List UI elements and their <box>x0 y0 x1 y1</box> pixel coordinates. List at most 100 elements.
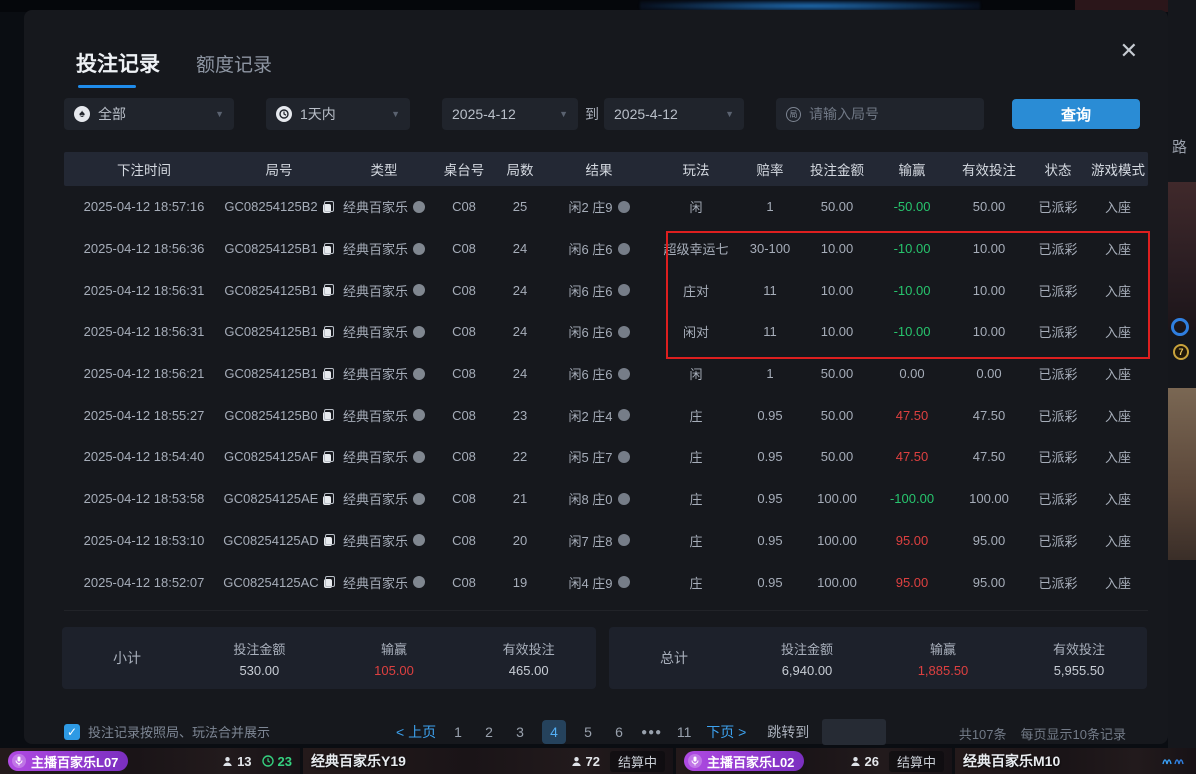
result-info-icon[interactable] <box>618 409 630 421</box>
play-type: 庄 <box>689 406 702 425</box>
copy-icon[interactable] <box>323 243 334 255</box>
result-info-icon[interactable] <box>618 243 630 255</box>
copy-icon[interactable] <box>323 326 334 338</box>
table-number: C08 <box>452 199 476 214</box>
stream-tile[interactable]: 主播百家乐L07 主播百家乐L07 13 23 <box>0 748 300 774</box>
result-info-icon[interactable] <box>618 368 630 380</box>
table-row[interactable]: 2025-04-12 18:56:31 GC08254125B1 经典百家乐 C… <box>64 311 1148 353</box>
pagination: < 上页 1 2 3 4 5 6 ●●● 11 下页 > 跳转到 <box>396 719 886 745</box>
status-value: 已派彩 <box>1038 364 1077 383</box>
column-header: 桌台号 <box>434 159 494 179</box>
result-info-icon[interactable] <box>618 534 630 546</box>
result-info-icon[interactable] <box>618 201 630 213</box>
date-to-picker[interactable]: 2025-4-12 ▼ <box>604 98 744 130</box>
play-type: 闲对 <box>683 322 709 341</box>
shoe-number: 24 <box>513 324 527 339</box>
column-header: 输赢 <box>874 159 950 179</box>
next-page-button[interactable]: 下页 > <box>706 722 746 742</box>
stream-tiles-bar: 主播百家乐L07 主播百家乐L07 13 23 <box>0 748 1196 774</box>
table-number: C08 <box>452 366 476 381</box>
copy-icon[interactable] <box>324 534 335 546</box>
table-row[interactable]: 2025-04-12 18:55:27 GC08254125B0 经典百家乐 C… <box>64 394 1148 436</box>
result-info-icon[interactable] <box>618 493 630 505</box>
result-info-icon[interactable] <box>618 326 630 338</box>
copy-icon[interactable] <box>323 201 334 213</box>
date-from-picker[interactable]: 2025-4-12 ▼ <box>442 98 578 130</box>
person-icon <box>571 756 582 767</box>
shoe-number: 24 <box>513 241 527 256</box>
round-number-input[interactable]: 局 请输入局号 <box>776 98 984 130</box>
valid-bet-amount: 95.00 <box>973 533 1006 548</box>
copy-icon[interactable] <box>323 451 334 463</box>
status-value: 已派彩 <box>1038 322 1077 341</box>
table-row[interactable]: 2025-04-12 18:54:40 GC08254125AF 经典百家乐 C… <box>64 436 1148 478</box>
copy-icon[interactable] <box>323 284 334 296</box>
column-header: 游戏模式 <box>1088 159 1148 179</box>
table-row[interactable]: 2025-04-12 18:53:10 GC08254125AD 经典百家乐 C… <box>64 520 1148 562</box>
page-number[interactable]: 2 <box>480 724 498 740</box>
result-value: 闲5 庄7 <box>568 447 612 466</box>
copy-icon[interactable] <box>323 409 334 421</box>
pagination-ellipsis[interactable]: ●●● <box>641 727 662 738</box>
query-button[interactable]: 查询 <box>1012 99 1140 129</box>
jump-page-input[interactable] <box>822 719 886 745</box>
live-stream-badge: 主播百家乐L07 <box>8 751 128 771</box>
game-mode-value: 入座 <box>1105 447 1131 466</box>
result-value: 闲6 庄6 <box>568 364 612 383</box>
result-info-icon[interactable] <box>618 451 630 463</box>
subtotal-group-value: 105.00 <box>327 663 462 678</box>
stream-tile[interactable]: 主播百家乐L02 主播百家乐L02 26 结算中 <box>676 748 952 774</box>
result-info-icon[interactable] <box>618 284 630 296</box>
stream-name: 主播百家乐L07 <box>31 752 118 771</box>
game-type-icon <box>413 284 425 296</box>
close-icon[interactable]: ✕ <box>1120 40 1138 62</box>
page-number-last[interactable]: 11 <box>675 724 693 740</box>
game-type-icon <box>413 201 425 213</box>
play-type: 庄 <box>689 447 702 466</box>
stream-tile[interactable]: 经典百家乐M10 经典百家乐M10 <box>955 748 1196 774</box>
dealer-thumbnail <box>1168 388 1196 560</box>
table-row[interactable]: 2025-04-12 18:57:16 GC08254125B2 经典百家乐 C… <box>64 186 1148 228</box>
table-row[interactable]: 2025-04-12 18:52:07 GC08254125AC 经典百家乐 C… <box>64 561 1148 603</box>
odds-value: 0.95 <box>757 408 782 423</box>
game-type-select[interactable]: ♠ 全部 ▼ <box>64 98 234 130</box>
bet-time: 2025-04-12 18:53:10 <box>84 533 205 548</box>
round-icon: 局 <box>786 107 801 122</box>
prev-page-button[interactable]: < 上页 <box>396 722 436 742</box>
merge-checkbox[interactable]: ✓ <box>64 724 80 740</box>
tab-quota-records[interactable]: 额度记录 <box>196 50 272 77</box>
bet-amount: 100.00 <box>817 491 857 506</box>
page-number[interactable]: 6 <box>610 724 628 740</box>
person-icon <box>850 756 861 767</box>
time-range-select[interactable]: 1天内 ▼ <box>266 98 410 130</box>
subtotal-group-value: 465.00 <box>461 663 596 678</box>
table-row[interactable]: 2025-04-12 18:56:36 GC08254125B1 经典百家乐 C… <box>64 228 1148 270</box>
page-number[interactable]: 5 <box>579 724 597 740</box>
copy-icon[interactable] <box>323 368 334 380</box>
page-number[interactable]: 3 <box>511 724 529 740</box>
odds-value: 11 <box>763 283 777 298</box>
page-number[interactable]: 1 <box>449 724 467 740</box>
stream-tile[interactable]: 经典百家乐Y19 经典百家乐Y19 72 结算中 <box>303 748 673 774</box>
subtotal-label: 小计 <box>62 648 192 668</box>
bet-amount: 50.00 <box>821 366 854 381</box>
table-row[interactable]: 2025-04-12 18:53:58 GC08254125AE 经典百家乐 C… <box>64 478 1148 520</box>
copy-icon[interactable] <box>324 576 335 588</box>
page-number[interactable]: 4 <box>542 720 566 744</box>
game-type-icon <box>413 493 425 505</box>
total-group-value: 5,955.50 <box>1011 663 1147 678</box>
filter-bar: ♠ 全部 ▼ 1天内 ▼ 2025-4-12 ▼ 到 2025-4-12 ▼ <box>24 98 1168 132</box>
odds-value: 0.95 <box>757 575 782 590</box>
tab-bet-records[interactable]: 投注记录 <box>76 48 160 88</box>
bet-time: 2025-04-12 18:56:31 <box>84 324 205 339</box>
game-type-value: 全部 <box>98 104 126 124</box>
table-row[interactable]: 2025-04-12 18:56:31 GC08254125B1 经典百家乐 C… <box>64 269 1148 311</box>
records-total: 共107条 <box>959 724 1007 743</box>
result-value: 闲6 庄6 <box>568 239 612 258</box>
copy-icon[interactable] <box>323 493 334 505</box>
result-info-icon[interactable] <box>618 576 630 588</box>
time-range-value: 1天内 <box>300 104 336 124</box>
column-header: 状态 <box>1028 159 1088 179</box>
page-size-info: 每页显示10条记录 <box>1021 724 1126 743</box>
table-row[interactable]: 2025-04-12 18:56:21 GC08254125B1 经典百家乐 C… <box>64 353 1148 395</box>
